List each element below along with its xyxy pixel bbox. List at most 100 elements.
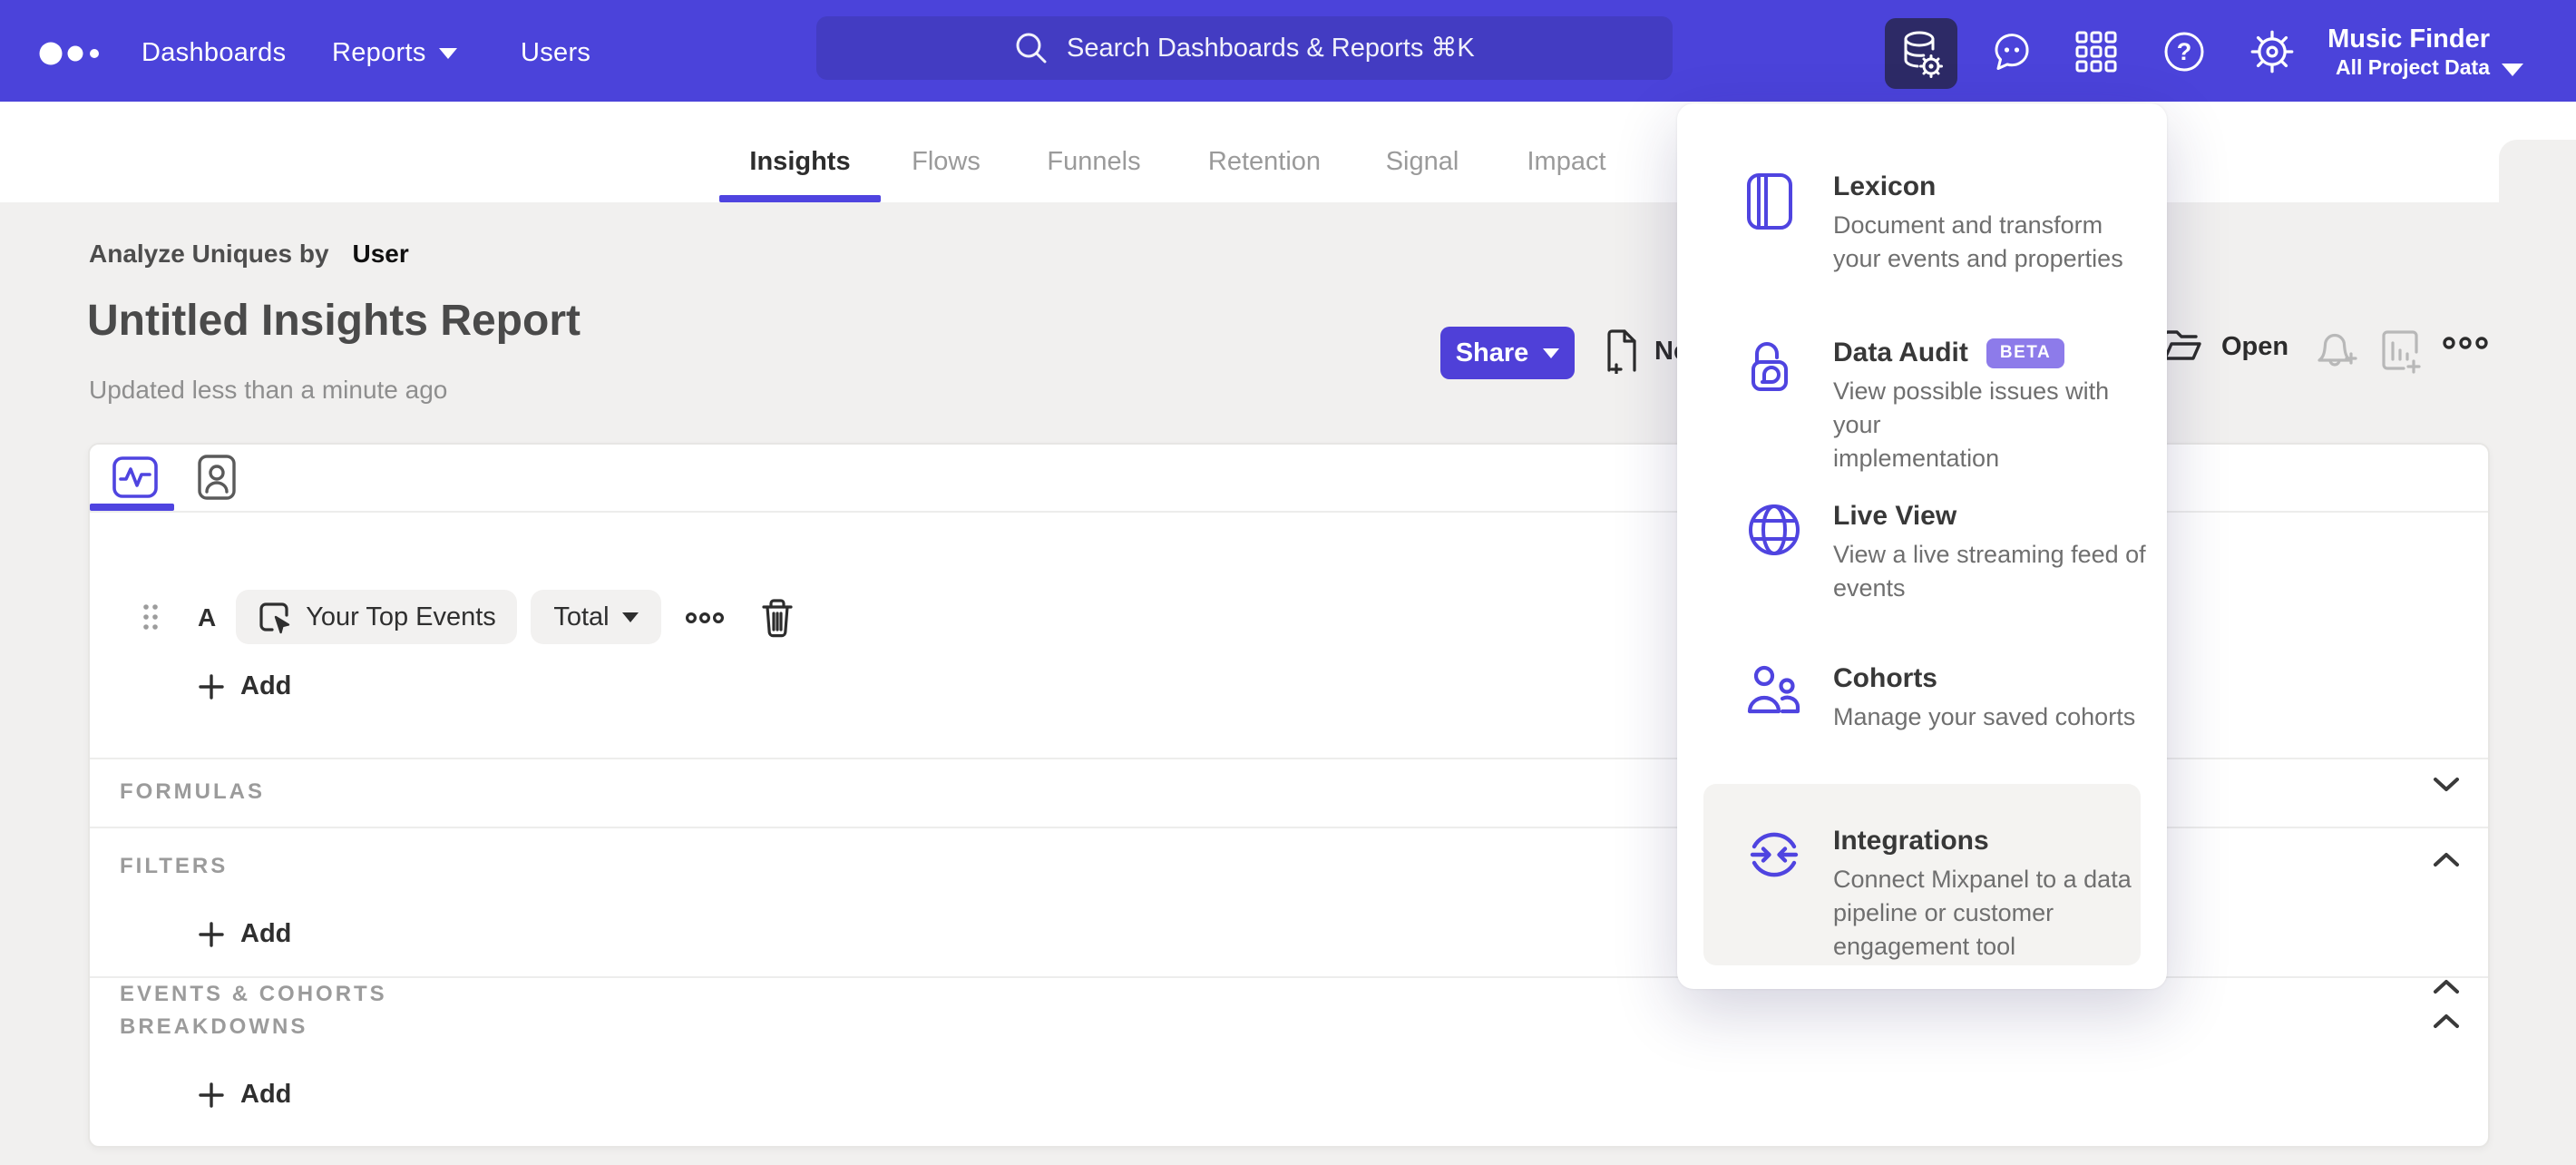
nav-users[interactable]: Users [521,38,590,68]
tab-insights[interactable]: Insights [749,147,850,177]
document-add-icon [1607,329,1636,374]
drag-handle[interactable] [141,602,160,631]
chevron-up-icon [2434,1014,2459,1028]
sync-arrows-icon [1746,827,1802,964]
formulas-section-label: FORMULAS [120,779,265,804]
analyze-prefix: Analyze Uniques by [89,240,329,268]
filters-collapse-button[interactable] [2433,851,2460,867]
delete-event-button[interactable] [759,597,795,639]
menu-item-desc: Manage your saved cohorts [1833,703,2136,730]
metric-selector-button[interactable]: Total [531,590,661,644]
add-label: Add [240,1080,292,1109]
profile-card-icon [198,455,236,500]
tab-events-view[interactable] [110,455,161,499]
open-label: Open [2221,331,2289,361]
globe-icon [1746,502,1802,605]
add-event-button[interactable]: Add [199,671,291,701]
padlock-icon [1746,338,1802,475]
tab-retention[interactable]: Retention [1208,147,1321,177]
nav-dashboards[interactable]: Dashboards [141,38,286,68]
three-dots-icon [2443,337,2488,349]
chevron-up-icon [2434,980,2459,994]
active-view-underline [90,504,174,511]
active-tab-underline [719,195,881,202]
tab-profiles-view[interactable] [191,455,242,500]
grid-icon [2075,31,2117,73]
event-name: Your Top Events [306,602,496,631]
menu-item-desc: Connect Mixpanel to a data pipeline or c… [1833,866,2132,960]
menu-item-title: Lexicon [1833,171,1937,201]
tab-funnels[interactable]: Funnels [1047,147,1140,177]
events-section-label: EVENTS & COHORTS [120,982,387,1006]
data-management-button[interactable] [1885,18,1957,89]
add-breakdown-button[interactable]: Add [199,1080,291,1110]
caret-down-icon [621,612,639,622]
three-dots-icon [685,612,724,624]
chevron-up-icon [2434,853,2459,866]
global-search[interactable] [816,16,1673,80]
report-more-options-button[interactable] [2442,336,2489,350]
formulas-expand-button[interactable] [2433,777,2460,793]
project-scope: All Project Data [2336,55,2490,79]
event-more-options-button[interactable] [685,612,725,624]
help-button[interactable]: ? [2162,30,2206,73]
updated-timestamp: Updated less than a minute ago [89,376,448,404]
event-selector-button[interactable]: Your Top Events [236,590,517,644]
folder-open-icon [2163,330,2201,360]
pulse-chart-icon [112,456,158,498]
share-label: Share [1455,338,1529,367]
breakdowns-collapse-button[interactable] [2433,1013,2460,1029]
events-collapse-button[interactable] [2433,978,2460,994]
menu-item-lexicon[interactable]: Lexicon Document and transform your even… [1677,169,2167,276]
gear-icon [2250,30,2294,73]
add-filter-button[interactable]: Add [199,919,291,949]
analyze-entity-dropdown[interactable]: User [353,240,409,268]
search-icon [1016,33,1047,64]
analyze-line: Analyze Uniques by User [89,240,409,269]
mixpanel-app: Dashboards Reports Users Search Dashboar… [0,0,2576,1165]
svg-text:?: ? [2177,38,2192,65]
plus-icon [199,921,224,947]
open-report-button[interactable]: Open [2161,328,2288,365]
menu-item-title: Data Audit BETA [1833,335,2160,371]
feedback-button[interactable] [1991,31,2034,74]
mixpanel-logo-icon[interactable] [39,40,112,67]
menu-item-data-audit[interactable]: Data Audit BETA View possible issues wit… [1677,335,2167,475]
menu-item-title-text: Data Audit [1833,338,1968,367]
add-label: Add [240,919,292,948]
menu-item-integrations[interactable]: Integrations Connect Mixpanel to a data … [1677,823,2167,964]
nav-reports[interactable]: Reports [332,38,457,68]
people-icon [1746,664,1802,734]
chat-bubble-icon [1995,34,2029,70]
data-management-menu: Lexicon Document and transform your even… [1677,103,2167,989]
tab-impact[interactable]: Impact [1527,147,1605,177]
menu-item-cohorts[interactable]: Cohorts Manage your saved cohorts [1677,661,2167,734]
menu-item-live-view[interactable]: Live View View a live streaming feed of … [1677,498,2167,605]
settings-button[interactable] [2249,29,2295,74]
series-letter: A [198,603,217,631]
project-caret-icon[interactable] [2502,64,2523,76]
alert-add-button[interactable] [2314,330,2359,374]
filters-section-label: FILTERS [120,854,229,878]
breakdowns-section-label: BREAKDOWNS [120,1014,308,1039]
tab-signal[interactable]: Signal [1386,147,1459,177]
caret-down-icon [438,47,457,59]
add-to-dashboard-button[interactable] [2380,328,2424,376]
menu-item-title: Integrations [1833,826,1989,856]
add-label: Add [240,671,292,700]
apps-grid-button[interactable] [2075,31,2117,73]
chevron-down-icon [2434,778,2459,791]
trash-icon [762,599,793,638]
project-switcher[interactable]: Music Finder All Project Data [2304,24,2490,80]
menu-item-desc: Document and transform your events and p… [1833,211,2123,272]
top-navigation-bar: Dashboards Reports Users Search Dashboar… [0,0,2576,102]
tab-flows[interactable]: Flows [912,147,981,177]
menu-item-desc: View a live streaming feed of events [1833,541,2146,602]
chart-add-icon [2382,330,2421,374]
question-circle-icon: ? [2164,32,2204,72]
search-input[interactable] [1067,33,1475,64]
book-icon [1746,172,1802,276]
share-button[interactable]: Share [1440,327,1575,379]
menu-item-title: Live View [1833,501,1957,531]
beta-badge: BETA [1986,338,2065,368]
